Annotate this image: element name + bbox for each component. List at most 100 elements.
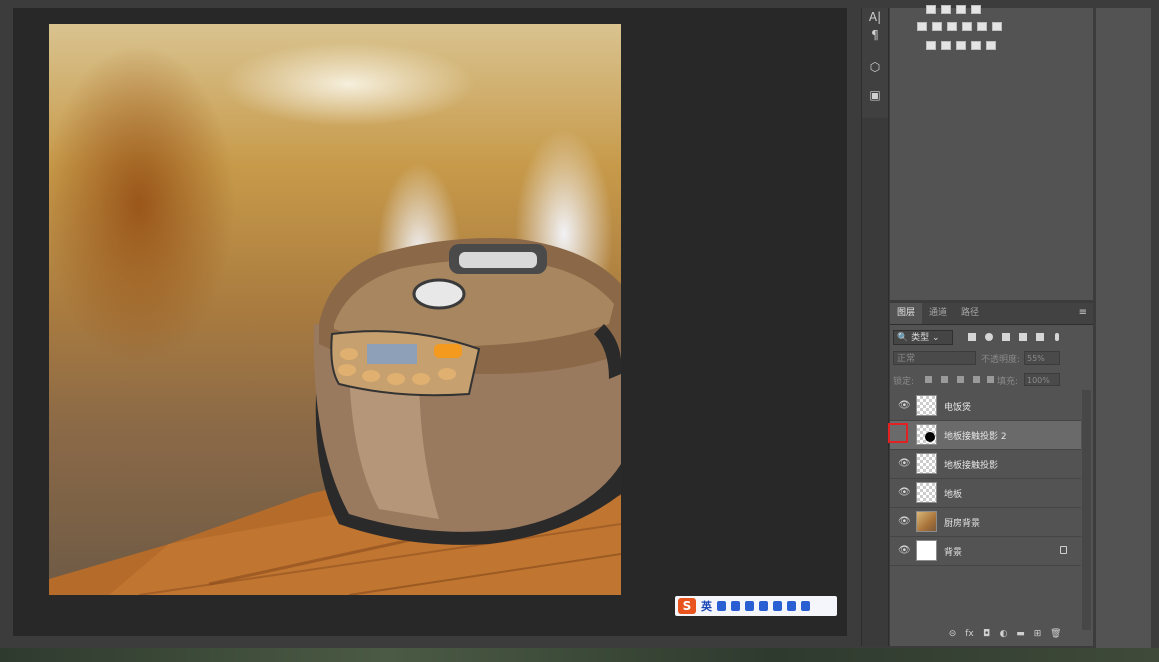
layer-name: 厨房背景 [944, 519, 981, 529]
image-filter-icon[interactable] [968, 333, 976, 341]
layer-list: 👁 电饭煲 地板接触投影 2 👁 地板接触投影 👁 地板 👁 厨房背景 👁 背景 [890, 392, 1081, 566]
layer-thumbnail [916, 482, 937, 503]
highlight-visibility-toggle[interactable] [888, 423, 908, 443]
panel-tabs: 图层 通道 路径 [890, 303, 1093, 325]
color-balance-icon[interactable] [932, 22, 942, 31]
toolbox-icon[interactable] [801, 601, 810, 611]
posterize-icon[interactable] [941, 41, 951, 50]
adjustment-layer-icon[interactable]: ◐ [999, 630, 1008, 639]
panel-dock-icons: A| ¶ ⬡ ▣ [861, 8, 889, 118]
3d-cube-icon[interactable]: ⬡ [862, 58, 888, 76]
fill-label: 填充: [997, 377, 1019, 387]
black-white-icon[interactable] [947, 22, 957, 31]
lcd-display [367, 344, 417, 364]
layer-name: 地板 [944, 490, 963, 500]
channel-mixer-icon[interactable] [977, 22, 987, 31]
selective-color-icon[interactable] [986, 41, 996, 50]
document-canvas[interactable] [49, 24, 621, 595]
layer-thumbnail [916, 453, 937, 474]
layer-row[interactable]: 👁 背景 [890, 537, 1081, 566]
visibility-eye-icon[interactable]: 👁 [898, 546, 911, 556]
layer-thumbnail [916, 540, 937, 561]
opacity-label: 不透明度: [981, 355, 1021, 365]
layer-thumbnail [916, 511, 937, 532]
lock-artboard-icon[interactable] [973, 376, 980, 383]
invert-icon[interactable] [926, 41, 936, 50]
new-group-icon[interactable]: ▬ [1016, 630, 1025, 639]
emoji-icon[interactable] [731, 601, 740, 611]
lock-transparency-icon[interactable] [925, 376, 932, 383]
fx-icon[interactable]: fx [965, 630, 974, 639]
lock-image-icon[interactable] [941, 376, 948, 383]
right-dock [1096, 8, 1151, 648]
blend-mode-select[interactable]: 正常 [893, 351, 976, 365]
layer-row[interactable]: 👁 地板接触投影 [890, 450, 1081, 479]
layers-scrollbar[interactable] [1082, 390, 1091, 630]
panel-menu-icon[interactable]: ≡ [1079, 307, 1087, 318]
layer-row[interactable]: 👁 地板 [890, 479, 1081, 508]
color-lookup-icon[interactable] [992, 22, 1002, 31]
filter-kind-select[interactable]: 🔍 类型 ⌄ [893, 330, 953, 345]
adjustments-panel [890, 5, 1093, 300]
user-icon[interactable] [773, 601, 782, 611]
shape-filter-icon[interactable] [1019, 333, 1027, 341]
microphone-icon[interactable] [745, 601, 754, 611]
visibility-eye-icon[interactable]: 👁 [898, 488, 911, 498]
opacity-field[interactable]: 55% [1024, 351, 1060, 365]
lid-release-button [412, 278, 466, 310]
lock-row: 锁定: 填充: 100% [893, 372, 1090, 388]
shadow-blob-icon [925, 432, 935, 442]
visibility-eye-icon[interactable]: 👁 [898, 459, 911, 469]
start-button [434, 344, 462, 358]
tab-paths[interactable]: 路径 [954, 303, 986, 324]
layer-thumbnail [916, 424, 937, 445]
layers-footer: ⊝ fx ◘ ◐ ▬ ⊞ 🗑 [890, 630, 1093, 646]
delete-layer-icon[interactable]: 🗑 [1050, 630, 1061, 639]
skin-icon[interactable] [787, 601, 796, 611]
vibrance-icon[interactable] [917, 22, 927, 31]
brightness-icon[interactable] [926, 5, 936, 14]
adjustment-row-1 [926, 5, 981, 14]
tab-layers[interactable]: 图层 [890, 303, 923, 324]
layer-row[interactable]: 地板接触投影 2 [890, 421, 1081, 450]
punctuation-icon[interactable] [717, 601, 726, 611]
taskbar-strip [0, 648, 1159, 662]
new-layer-icon[interactable]: ⊞ [1033, 630, 1042, 639]
gradient-map-icon[interactable] [971, 41, 981, 50]
tab-channels[interactable]: 通道 [922, 303, 954, 324]
lock-all-icon[interactable] [987, 376, 994, 383]
layer-name: 地板接触投影 [944, 461, 999, 471]
character-panel-icon[interactable]: A| [862, 8, 888, 26]
ime-toolbar[interactable]: S 英 [675, 596, 837, 616]
lock-label: 锁定: [893, 377, 915, 387]
keyboard-icon[interactable] [759, 601, 768, 611]
fill-field[interactable]: 100% [1024, 373, 1060, 386]
adjustment-filter-icon[interactable] [985, 333, 993, 341]
add-mask-icon[interactable]: ◘ [982, 630, 991, 639]
blend-row: 正常 不透明度: 55% [893, 351, 1090, 367]
lock-position-icon[interactable] [957, 376, 964, 383]
layer-comps-icon[interactable]: ▣ [862, 86, 888, 104]
exposure-icon[interactable] [971, 5, 981, 14]
curves-icon[interactable] [956, 5, 966, 14]
sogou-logo-icon[interactable]: S [678, 598, 696, 614]
filter-kind-value: 类型 [911, 333, 930, 343]
layer-filter-row: 🔍 类型 ⌄ [893, 330, 1090, 347]
smart-object-filter-icon[interactable] [1036, 333, 1044, 341]
layers-panel: 图层 通道 路径 ≡ 🔍 类型 ⌄ 正常 不透明度: 55% 锁定: 填充: 1… [890, 303, 1093, 646]
ime-language-toggle[interactable]: 英 [701, 598, 712, 614]
layer-row[interactable]: 👁 电饭煲 [890, 392, 1081, 421]
photo-filter-icon[interactable] [962, 22, 972, 31]
levels-icon[interactable] [941, 5, 951, 14]
layer-row[interactable]: 👁 厨房背景 [890, 508, 1081, 537]
filter-toggle-icon[interactable] [1055, 333, 1059, 341]
rice-cooker-image [49, 238, 621, 595]
layer-thumbnail [916, 395, 937, 416]
type-filter-icon[interactable] [1002, 333, 1010, 341]
layer-name: 背景 [944, 548, 963, 558]
paragraph-panel-icon[interactable]: ¶ [862, 26, 888, 44]
link-layers-icon[interactable]: ⊝ [948, 630, 957, 639]
visibility-eye-icon[interactable]: 👁 [898, 401, 911, 411]
threshold-icon[interactable] [956, 41, 966, 50]
visibility-eye-icon[interactable]: 👁 [898, 517, 911, 527]
